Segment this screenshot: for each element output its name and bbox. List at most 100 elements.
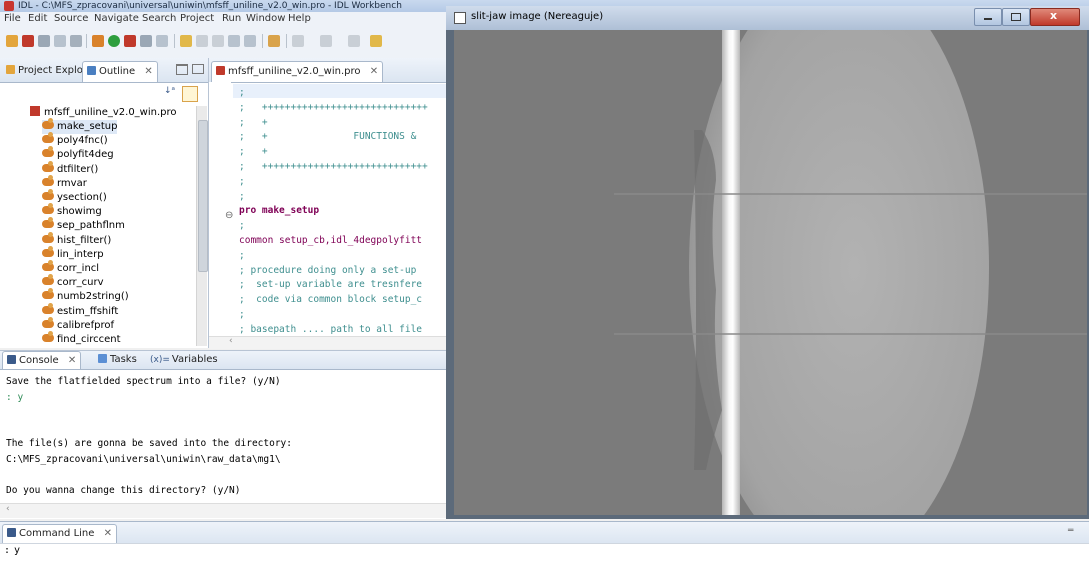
run-icon[interactable]: [108, 35, 120, 47]
project-explorer-icon: [6, 65, 15, 74]
sort-icon[interactable]: ↓ᵃ: [164, 86, 178, 100]
toolbar-separator: [286, 34, 287, 48]
profile-icon[interactable]: [156, 35, 168, 47]
close-icon[interactable]: ✕: [104, 528, 112, 539]
outline-scrollbar-thumb[interactable]: [198, 120, 208, 272]
tab-outline[interactable]: Outline ✕: [82, 61, 158, 82]
command-line-icon: [7, 528, 16, 537]
menu-window[interactable]: Window: [246, 12, 285, 26]
clear-icon[interactable]: [244, 35, 256, 47]
tab-tasks[interactable]: Tasks: [94, 351, 141, 368]
outline-item[interactable]: make_setup: [42, 118, 118, 134]
slit-line: [722, 30, 740, 515]
outline-item[interactable]: find_circcent: [42, 331, 121, 347]
minimize-icon[interactable]: [176, 64, 188, 75]
stop-icon[interactable]: [124, 35, 136, 47]
outline-scrollbar[interactable]: [196, 106, 208, 346]
close-icon[interactable]: ✕: [144, 66, 152, 77]
close-icon: x: [1050, 9, 1058, 22]
menu-bar: File Edit Source Navigate Search Project…: [0, 12, 460, 26]
console-tab-bar: Console ✕ Tasks (x)= Variables: [0, 351, 459, 370]
scroll-left-icon[interactable]: ‹: [229, 336, 233, 346]
menu-navigate[interactable]: Navigate: [94, 12, 139, 26]
outline-item[interactable]: polyfit4deg: [42, 146, 114, 162]
maximize-button[interactable]: [1002, 8, 1030, 26]
procedure-icon: [42, 316, 54, 328]
command-line-label: Command Line: [19, 528, 95, 539]
outline-item[interactable]: sep_pathflnm: [42, 217, 125, 233]
scroll-left-icon[interactable]: ‹: [6, 504, 10, 514]
outline-item[interactable]: hist_filter(): [42, 231, 111, 248]
close-icon[interactable]: ✕: [68, 355, 76, 366]
step-return-icon[interactable]: [212, 35, 224, 47]
main-toolbar: [0, 26, 460, 59]
outline-item-label: dtfilter(): [57, 163, 99, 175]
outline-item[interactable]: calibrefprof: [42, 316, 114, 333]
reset-icon[interactable]: [228, 35, 240, 47]
editor-tab-bar: mfsff_uniline_v2.0_win.pro ✕: [209, 58, 459, 83]
outline-item[interactable]: numb2string(): [42, 288, 129, 304]
outline-item-label: rmvar: [57, 177, 87, 189]
tab-outline-label: Outline: [99, 66, 136, 77]
tab-console[interactable]: Console ✕: [2, 351, 82, 369]
filter-icon[interactable]: [182, 86, 198, 102]
code-line: ;: [239, 87, 245, 98]
command-line-input[interactable]: : y: [0, 543, 1089, 561]
forward-icon[interactable]: [370, 35, 382, 47]
left-panel-tab-bar: Project Explore Outline ✕: [0, 58, 208, 83]
procedure-icon: [42, 302, 54, 314]
procedure-icon: [42, 189, 54, 200]
debug-icon[interactable]: [140, 35, 152, 47]
variables-icon: (x)=: [150, 355, 170, 365]
save-all-icon[interactable]: [54, 35, 66, 47]
code-line: ; set-up variable are tresnfere: [239, 279, 423, 291]
maximize-icon[interactable]: [192, 64, 204, 74]
previous-annotation-icon[interactable]: [320, 35, 332, 47]
menu-search[interactable]: Search: [142, 12, 176, 26]
procedure-icon: [42, 217, 54, 229]
outline-item-label: find_circcent: [57, 334, 121, 345]
back-icon[interactable]: [348, 35, 360, 47]
print-icon[interactable]: [70, 35, 82, 47]
code-line: ; + FUNCTIONS &: [239, 131, 423, 143]
close-button[interactable]: x: [1030, 8, 1080, 26]
pen-icon[interactable]: [268, 35, 280, 47]
menu-file[interactable]: File: [4, 12, 21, 26]
new-file-icon[interactable]: [6, 35, 18, 47]
menu-run[interactable]: Run: [222, 12, 241, 26]
outline-item-label: calibrefprof: [57, 319, 114, 331]
tab-editor-file[interactable]: mfsff_uniline_v2.0_win.pro ✕: [211, 61, 384, 82]
step-into-icon[interactable]: [180, 35, 192, 47]
menu-edit[interactable]: Edit: [28, 12, 47, 26]
fold-collapse-icon[interactable]: ⊖: [225, 210, 233, 221]
maximize-icon: [1011, 13, 1021, 21]
procedure-icon: [42, 231, 54, 243]
minimize-icon[interactable]: ═: [1068, 526, 1084, 536]
code-line: ; procedure doing only a set-up: [239, 264, 423, 276]
tab-tasks-label: Tasks: [110, 354, 137, 365]
tab-command-line[interactable]: Command Line ✕: [2, 524, 117, 543]
menu-help[interactable]: Help: [288, 12, 311, 26]
slit-jaw-image-graphic: [454, 30, 1087, 515]
save-icon[interactable]: [38, 35, 50, 47]
minimize-button[interactable]: [974, 8, 1002, 26]
menu-source[interactable]: Source: [54, 12, 88, 26]
outline-item-label: sep_pathflnm: [57, 220, 125, 232]
editor-h-scrollbar[interactable]: ‹: [209, 336, 459, 349]
outline-item-label: ysection(): [57, 192, 107, 203]
next-annotation-icon[interactable]: [292, 35, 304, 47]
toolbar-separator: [86, 34, 87, 48]
compile-icon[interactable]: [92, 35, 104, 47]
tab-variables[interactable]: (x)= Variables: [146, 351, 222, 368]
menu-project[interactable]: Project: [180, 12, 214, 26]
slit-jaw-image[interactable]: [454, 30, 1087, 515]
console-h-scrollbar[interactable]: ‹: [0, 503, 459, 518]
step-over-icon[interactable]: [196, 35, 208, 47]
console-line: : y: [6, 391, 24, 403]
slit-jaw-title-bar[interactable]: slit-jaw image (Nereaguje) x: [446, 6, 1089, 30]
outline-item[interactable]: estim_ffshift: [42, 302, 118, 319]
main-window-title: IDL - C:\MFS_zpracovani\universal\uniwin…: [18, 1, 402, 11]
open-file-icon[interactable]: [22, 35, 34, 47]
close-icon[interactable]: ✕: [370, 66, 378, 77]
editor-panel: mfsff_uniline_v2.0_win.pro ✕ ⊖ ; ; ++++++…: [209, 58, 459, 349]
